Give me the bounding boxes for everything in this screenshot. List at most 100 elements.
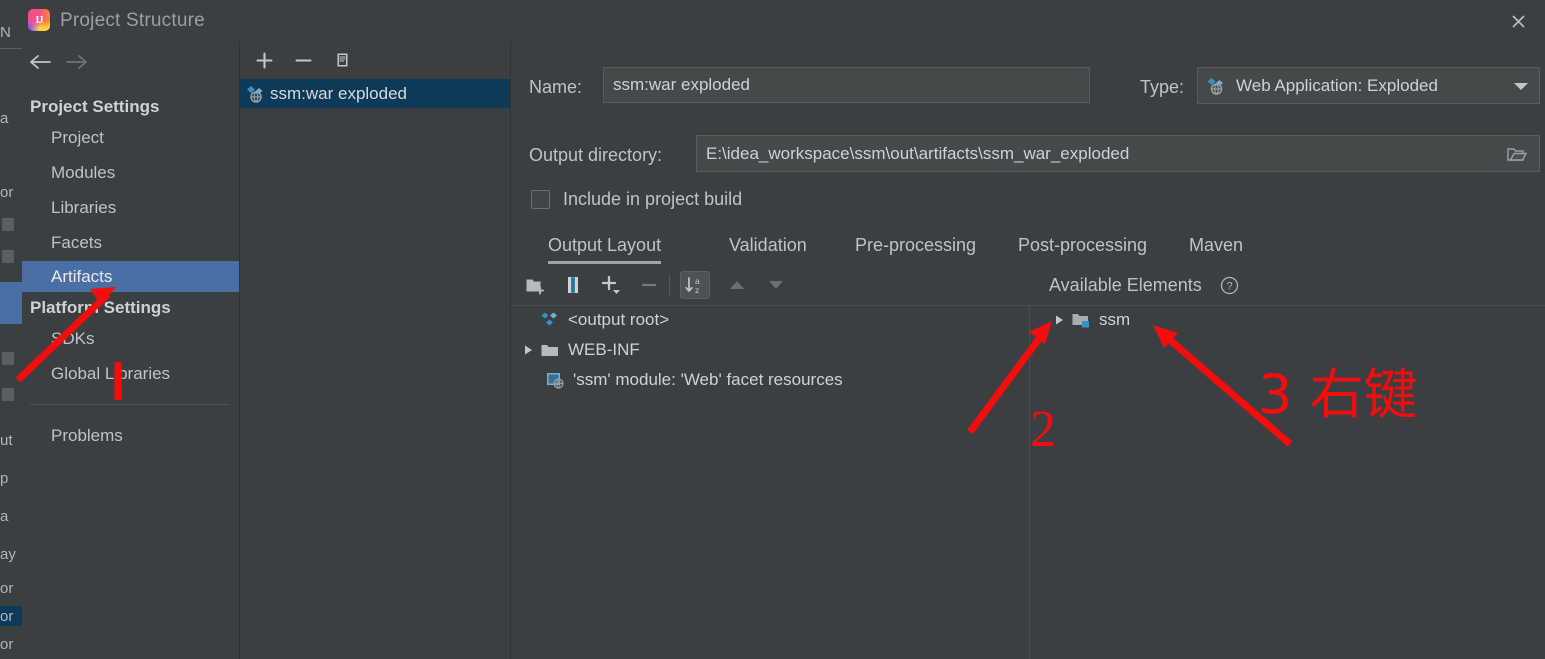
folder-icon <box>539 342 561 359</box>
web-facet-resources-icon <box>544 371 566 389</box>
background-ide-window: N a or ut p a ay or or or <box>0 0 23 659</box>
bg-chip <box>2 218 14 231</box>
chevron-down-icon <box>1513 76 1529 96</box>
sidebar-item-artifacts[interactable]: Artifacts <box>22 261 239 292</box>
dialog-window: IJ Project Structure Project Settings Pr… <box>22 0 1545 659</box>
include-in-project-build-checkbox[interactable] <box>531 190 550 209</box>
artifact-list-item-ssm-war-exploded[interactable]: ssm:war exploded <box>240 79 510 108</box>
bg-text-fragment: or <box>0 636 14 653</box>
close-icon[interactable] <box>1505 8 1531 34</box>
bg-chip <box>2 352 14 365</box>
bg-divider <box>0 48 22 49</box>
title-bar: IJ Project Structure <box>22 0 1545 41</box>
artifact-type-dropdown[interactable]: Web Application: Exploded <box>1197 67 1540 104</box>
output-directory-label: Output directory: <box>529 145 663 165</box>
output-root-icon <box>539 311 561 329</box>
bg-text-fragment: ut <box>0 432 13 449</box>
question-mark-icon[interactable]: ? <box>1220 276 1239 300</box>
sidebar-item-facets[interactable]: Facets <box>22 227 239 258</box>
sidebar-item-label: Project <box>51 127 104 147</box>
settings-sidebar: Project Settings Project Modules Librari… <box>22 41 240 659</box>
move-down-button[interactable] <box>761 271 791 299</box>
sidebar-item-sdks[interactable]: SDKs <box>22 323 239 354</box>
sidebar-item-label: Facets <box>51 232 103 252</box>
artifacts-toolbar <box>240 41 510 80</box>
sidebar-group-project-settings: Project Settings <box>30 97 160 116</box>
web-application-exploded-icon <box>1206 77 1228 95</box>
tree-row-output-root[interactable]: <output root> <box>517 305 669 335</box>
tree-label: WEB-INF <box>568 340 640 359</box>
tree-label: 'ssm' module: 'Web' facet resources <box>573 370 843 389</box>
toolbar-separator <box>669 274 670 296</box>
include-in-project-build-label: Include in project build <box>563 189 743 209</box>
bg-text-fragment: a <box>0 110 9 127</box>
tree-row-ssm-module[interactable]: ssm <box>1048 305 1130 335</box>
remove-artifact-button[interactable] <box>289 47 317 73</box>
sidebar-item-label: Global Libraries <box>51 363 171 383</box>
artifact-label: ssm:war exploded <box>270 83 408 103</box>
create-archive-button[interactable] <box>558 271 588 299</box>
sidebar-divider <box>30 404 230 405</box>
bg-highlight <box>0 282 22 324</box>
bg-chip <box>2 388 14 401</box>
tab-validation[interactable]: Validation <box>729 226 807 264</box>
sidebar-item-problems[interactable]: Problems <box>22 420 239 451</box>
tree-label: ssm <box>1099 310 1131 329</box>
sidebar-item-libraries[interactable]: Libraries <box>22 192 239 223</box>
sidebar-item-label: Artifacts <box>51 266 113 286</box>
tab-output-layout[interactable]: Output Layout <box>548 226 662 264</box>
type-label: Type: <box>1140 77 1185 97</box>
tree-label: <output root> <box>568 310 670 329</box>
window-title: Project Structure <box>60 10 205 31</box>
forward-arrow-icon[interactable] <box>62 49 92 75</box>
output-layout-toolbar: a z Available Elements ? <box>511 266 1545 306</box>
add-copy-of-button[interactable] <box>596 271 626 299</box>
bg-chip <box>2 250 14 263</box>
remove-element-button[interactable] <box>634 271 664 299</box>
module-folder-icon <box>1070 311 1092 329</box>
bg-text-fragment: p <box>0 470 9 487</box>
bg-text-fragment: a <box>0 508 9 525</box>
svg-text:z: z <box>695 285 699 295</box>
move-up-button[interactable] <box>722 271 752 299</box>
artifact-type-value: Web Application: Exploded <box>1236 75 1438 95</box>
sidebar-item-modules[interactable]: Modules <box>22 157 239 188</box>
project-structure-dialog-screen: N a or ut p a ay or or or IJ Project Str… <box>0 0 1545 659</box>
chevron-right-icon[interactable] <box>517 344 539 356</box>
sidebar-item-label: Problems <box>51 425 123 445</box>
sidebar-item-label: Modules <box>51 162 116 182</box>
name-label: Name: <box>529 77 583 97</box>
folder-browse-icon[interactable] <box>1502 140 1532 167</box>
copy-artifact-icon[interactable] <box>328 47 356 73</box>
tab-post-processing[interactable]: Post-processing <box>1018 226 1147 264</box>
detail-tabs: Output Layout Validation Pre-processing … <box>529 226 1545 266</box>
tree-row-web-inf[interactable]: WEB-INF <box>517 335 640 365</box>
create-directory-button[interactable] <box>521 271 551 299</box>
add-artifact-button[interactable] <box>250 47 278 73</box>
chevron-right-icon[interactable] <box>1048 314 1070 326</box>
bg-text-fragment: N <box>0 24 11 41</box>
back-arrow-icon[interactable] <box>26 49 56 75</box>
bg-text-fragment: ay <box>0 546 16 563</box>
bg-text-fragment: or <box>0 580 14 597</box>
sidebar-item-project[interactable]: Project <box>22 122 239 153</box>
output-layout-tree: <output root> WEB-INF 'ssm' module: 'Web… <box>511 305 1028 659</box>
artifact-name-input[interactable]: ssm:war exploded <box>603 67 1090 103</box>
sidebar-item-label: SDKs <box>51 328 95 348</box>
sidebar-item-global-libraries[interactable]: Global Libraries <box>22 358 239 389</box>
bg-text-fragment: or <box>0 184 14 201</box>
output-directory-input[interactable]: E:\idea_workspace\ssm\out\artifacts\ssm_… <box>696 135 1540 172</box>
svg-text:?: ? <box>1226 281 1232 293</box>
sort-alphabetically-button[interactable]: a z <box>680 271 710 299</box>
tree-row-ssm-web-facet-resources[interactable]: 'ssm' module: 'Web' facet resources <box>544 365 843 395</box>
web-application-exploded-icon <box>246 85 266 103</box>
tab-maven[interactable]: Maven <box>1189 226 1243 264</box>
artifact-detail-pane: Name: ssm:war exploded Type: Web Applica… <box>511 41 1545 659</box>
include-in-project-build-checkbox-row[interactable]: Include in project build <box>531 189 742 210</box>
navigation-arrows <box>22 41 239 81</box>
available-elements-label: Available Elements <box>1049 275 1202 295</box>
tab-pre-processing[interactable]: Pre-processing <box>855 226 976 264</box>
artifacts-list-panel: ssm:war exploded <box>240 41 511 659</box>
available-elements-tree: ssm <box>1029 305 1545 659</box>
sidebar-item-label: Libraries <box>51 197 117 217</box>
